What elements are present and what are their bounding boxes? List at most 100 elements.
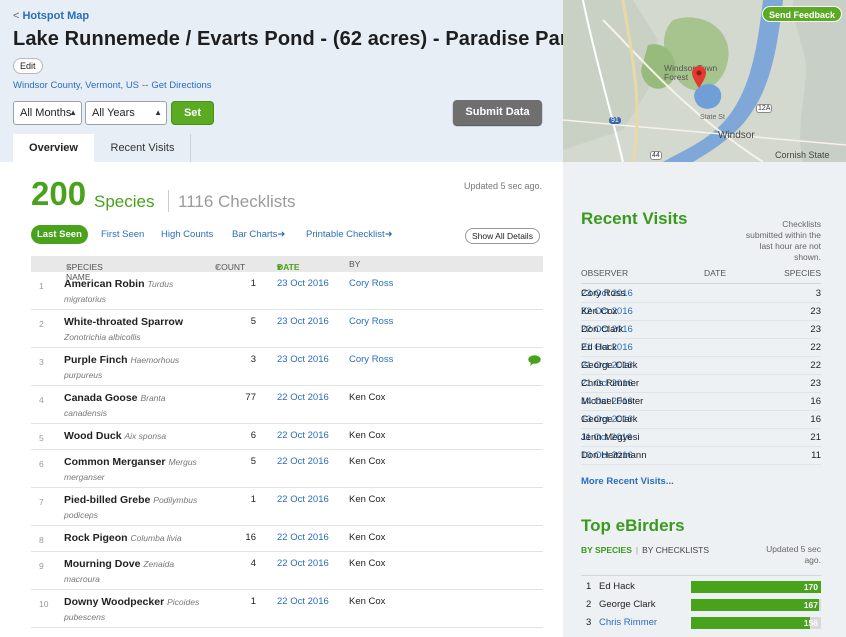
species-name-link[interactable]: Pied-billed Grebe Podilymbus: [64, 494, 197, 506]
scientific-name: pubescens: [64, 612, 106, 622]
checklist-date-link[interactable]: 23 Oct 2016: [277, 316, 329, 327]
view-first-seen-link[interactable]: First Seen: [101, 229, 144, 240]
tab-overview[interactable]: Overview: [13, 134, 94, 162]
scientific-name: Turdus: [147, 279, 174, 289]
checklist-date-link[interactable]: 22 Oct 2016: [277, 596, 329, 607]
checklist-date-link[interactable]: 22 Oct 2016: [277, 392, 329, 403]
species-name-link[interactable]: Downy Woodpecker Picoides: [64, 596, 199, 608]
species-bar: [691, 581, 821, 593]
species-bar-track: 170: [691, 581, 821, 593]
months-select[interactable]: All Months ▲: [13, 101, 82, 125]
species-bar: [691, 599, 819, 611]
recent-visit-row: George Clark 13 Oct 2016 16: [581, 411, 821, 429]
external-arrow-icon: ➜: [277, 229, 286, 240]
county-link[interactable]: Windsor County, Vermont, US: [13, 80, 139, 91]
common-name: Downy Woodpecker: [64, 596, 165, 608]
send-feedback-button[interactable]: Send Feedback: [761, 6, 842, 22]
rank: 3: [586, 617, 592, 628]
page-title: Lake Runnemede / Evarts Pond - (62 acres…: [13, 28, 579, 50]
tab-recent-visits[interactable]: Recent Visits: [95, 134, 191, 162]
edit-button[interactable]: Edit: [13, 58, 43, 74]
recent-visit-row: Michael Foster 14 Oct 2016 16: [581, 393, 821, 411]
location-header: < Hotspot Map Lake Runnemede / Evarts Po…: [0, 0, 579, 162]
checklist-date-link[interactable]: 23 Oct 2016: [277, 354, 329, 365]
location-line: Windsor County, Vermont, US -- Get Directi…: [13, 80, 212, 91]
row-number: 9: [39, 561, 44, 571]
species-name-link[interactable]: Wood Duck Aix sponsa: [64, 430, 166, 442]
count-cell: 3: [250, 354, 256, 365]
observer-link[interactable]: Cory Ross: [349, 354, 393, 365]
years-select[interactable]: All Years ▲: [85, 101, 167, 125]
scientific-name: Picoides: [167, 597, 200, 607]
table-row: 9 Mourning Dove Zenaida macroura 4 22 Oct 20…: [31, 552, 543, 590]
species-name-link[interactable]: Mourning Dove Zenaida: [64, 558, 174, 570]
checklists-count: 1116 Checklists: [178, 192, 296, 211]
map-label: Windsor: [718, 130, 755, 141]
count-cell: 1: [250, 494, 256, 505]
checklist-date-link[interactable]: 22 Oct 2016: [277, 494, 329, 505]
scientific-name: Aix sponsa: [124, 431, 167, 441]
species-bar-track: 156: [691, 617, 821, 629]
separator: --: [142, 80, 149, 91]
species-name-link[interactable]: Canada Goose Branta: [64, 392, 166, 404]
checklist-date-link[interactable]: 22 Oct 2016: [277, 532, 329, 543]
show-all-details-button[interactable]: Show All Details: [465, 228, 540, 244]
top-ebirder-row: 3 Chris Rimmer 156: [581, 614, 821, 632]
recent-visit-row: George Clark 21 Oct 2016 22: [581, 357, 821, 375]
printable-checklist-label: Printable Checklist: [306, 229, 385, 240]
table-row: 3 Purple Finch Haemorhous purpureus 3 23 Oct…: [31, 348, 543, 386]
more-recent-visits-link[interactable]: More Recent Visits...: [581, 476, 674, 487]
row-number: 2: [39, 319, 44, 329]
species-name-link[interactable]: American Robin Turdus: [64, 278, 173, 290]
ebirder-link[interactable]: Chris Rimmer: [599, 614, 657, 632]
comment-icon[interactable]: [528, 355, 541, 366]
table-row: 2 White-throated Sparrow Zonotrichia albic…: [31, 310, 543, 348]
view-last-seen-button[interactable]: Last Seen: [31, 225, 88, 244]
scientific-name: migratorius: [64, 294, 107, 304]
printable-checklist-link[interactable]: Printable Checklist➜: [306, 229, 393, 240]
count-cell: 4: [250, 558, 256, 569]
divider: [168, 190, 169, 212]
set-button[interactable]: Set: [171, 101, 214, 125]
divider: [581, 575, 821, 576]
table-row: 4 Canada Goose Branta canadensis 77 22 Oct 2…: [31, 386, 543, 424]
species-name-link[interactable]: Purple Finch Haemorhous: [64, 354, 179, 366]
get-directions-link[interactable]: Get Directions: [151, 80, 211, 91]
checklist-date-link[interactable]: 22 Oct 2016: [277, 456, 329, 467]
bar-charts-link[interactable]: Bar Charts➜: [232, 229, 285, 240]
common-name: American Robin: [64, 278, 145, 290]
scientific-name: Zenaida: [143, 559, 175, 569]
count-cell: 16: [245, 532, 256, 543]
map-label: State St: [700, 114, 725, 121]
scientific-name: purpureus: [64, 370, 103, 380]
observer-name: Ed Hack: [581, 342, 617, 353]
common-name: Canada Goose: [64, 392, 138, 404]
select-arrows-icon: ▲: [69, 108, 77, 117]
observer-name: Ken Cox: [349, 532, 386, 543]
view-high-counts-link[interactable]: High Counts: [161, 229, 213, 240]
species-name-link[interactable]: Rock Pigeon Columba livia: [64, 532, 182, 544]
location-pin-icon[interactable]: [692, 66, 706, 88]
submit-data-button[interactable]: Submit Data: [453, 100, 542, 125]
checklist-date-link[interactable]: 23 Oct 2016: [277, 278, 329, 289]
checklist-date-link[interactable]: 22 Oct 2016: [277, 558, 329, 569]
ebirder-name: Ed Hack: [599, 581, 635, 592]
external-arrow-icon: ➜: [384, 229, 393, 240]
tab-by-species[interactable]: BY SPECIES: [581, 545, 632, 555]
checklist-date-link[interactable]: 22 Oct 2016: [277, 430, 329, 441]
scientific-name: Mergus: [168, 457, 197, 467]
tab-by-checklists[interactable]: BY CHECKLISTS: [642, 545, 709, 555]
scientific-name: merganser: [64, 472, 105, 482]
species-name-link[interactable]: White-throated Sparrow: [64, 316, 183, 328]
row-number: 8: [39, 535, 44, 545]
row-number: 1: [39, 281, 44, 291]
species-bar: [691, 617, 811, 629]
observer-link[interactable]: Cory Ross: [349, 278, 393, 289]
hotspot-map-link[interactable]: < Hotspot Map: [13, 10, 89, 22]
table-row: 8 Rock Pigeon Columba livia 16 22 Oct 2016 K…: [31, 526, 543, 552]
species-table-header: SPECIES NAME ▾ COUNT ▾ DATE ▾ BY: [31, 256, 543, 282]
observer-link[interactable]: Cory Ross: [349, 316, 393, 327]
hotspot-map[interactable]: Windsor Town Forest Windsor Cornish Stat…: [563, 0, 846, 162]
observer-name: George Clark: [581, 360, 638, 371]
species-name-link[interactable]: Common Merganser Mergus: [64, 456, 197, 468]
